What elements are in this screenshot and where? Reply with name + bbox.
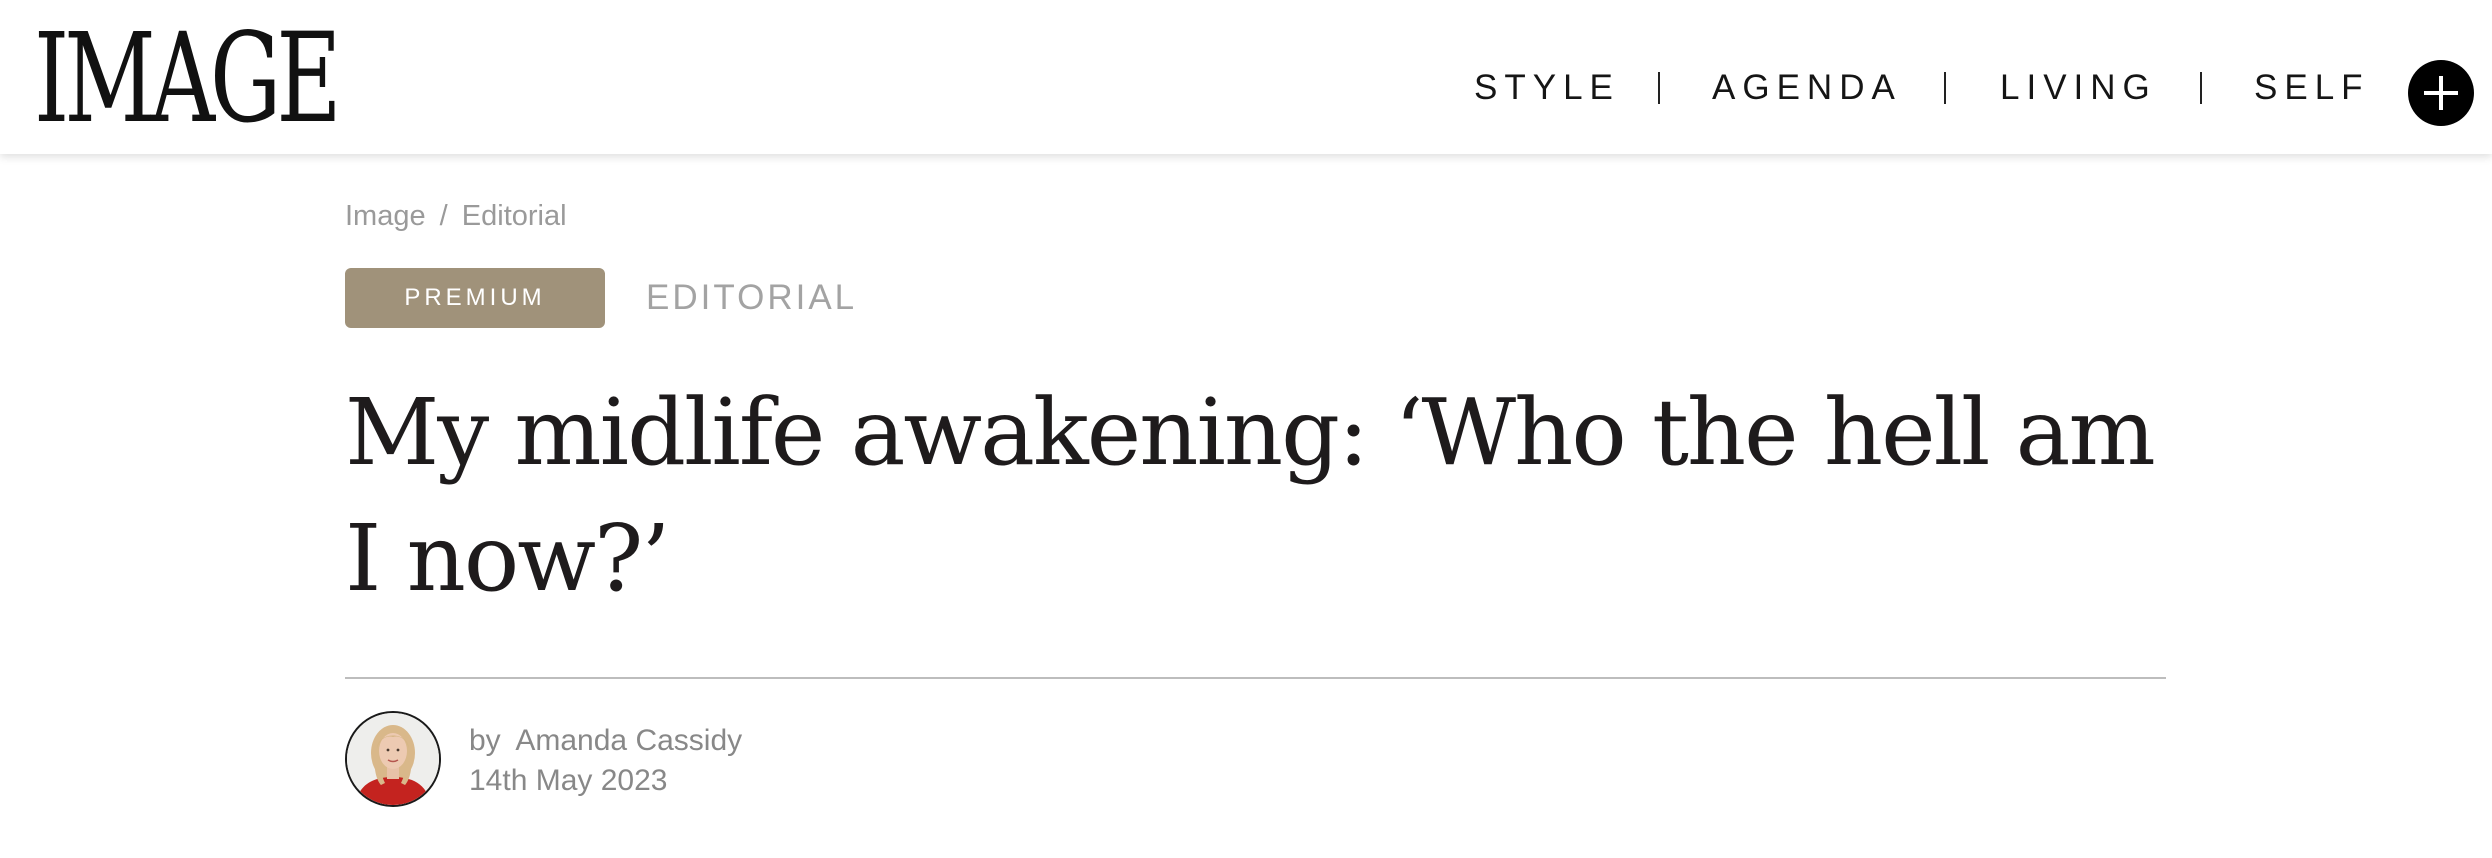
site-header: IMAGE STYLE AGENDA LIVING SELF: [0, 0, 2492, 154]
breadcrumb-separator: /: [439, 200, 448, 232]
nav-item-style[interactable]: STYLE: [1474, 64, 1620, 112]
author-name-link[interactable]: Amanda Cassidy: [515, 724, 742, 757]
premium-badge: PREMIUM: [345, 268, 605, 328]
breadcrumb: Image / Editorial: [345, 198, 567, 234]
category-link[interactable]: EDITORIAL: [646, 274, 857, 322]
site-logo[interactable]: IMAGE: [34, 17, 341, 141]
author-photo: [347, 713, 439, 805]
nav-separator: [2200, 72, 2202, 104]
breadcrumb-home-link[interactable]: Image: [345, 200, 426, 232]
author-byline: by Amanda Cassidy: [469, 722, 742, 760]
breadcrumb-current-link[interactable]: Editorial: [462, 200, 567, 232]
nav-separator: [1658, 72, 1660, 104]
byline-prefix: by: [469, 724, 501, 757]
author-avatar[interactable]: [345, 711, 441, 807]
title-divider: [345, 677, 2166, 679]
nav-separator: [1944, 72, 1946, 104]
nav-item-self[interactable]: SELF: [2254, 64, 2370, 112]
article-title: My midlife awakening: ‘Who the hell am I…: [345, 379, 2156, 612]
publish-date: 14th May 2023: [469, 764, 668, 797]
nav-item-agenda[interactable]: AGENDA: [1712, 64, 1902, 112]
menu-plus-button[interactable]: [2408, 60, 2474, 126]
nav-item-living[interactable]: LIVING: [2000, 64, 2157, 112]
